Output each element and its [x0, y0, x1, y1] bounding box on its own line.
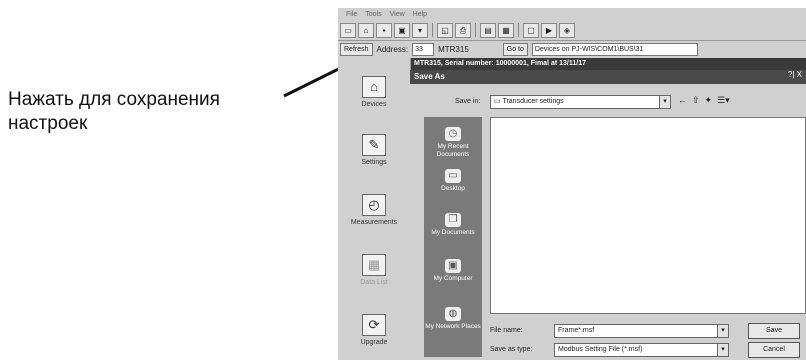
place-label: My Documents	[431, 229, 475, 236]
paste-icon[interactable]: ▦	[498, 22, 514, 38]
menu-file[interactable]: File	[346, 11, 357, 18]
device-header: MTR315, Serial number: 10000001, Fimal a…	[410, 58, 806, 70]
datalist-icon: ▦	[362, 254, 386, 276]
print-icon[interactable]: ⎙	[455, 22, 471, 38]
window-icon[interactable]: ▢	[523, 22, 539, 38]
view-menu-icon[interactable]: ☰▾	[717, 95, 730, 106]
menu-help[interactable]: Help	[413, 11, 427, 18]
save-in-select[interactable]: ▭ Transducer settings ▾	[490, 95, 671, 109]
place-label: My Recent Documents	[436, 143, 470, 158]
print-preview-icon[interactable]: ◱	[437, 22, 453, 38]
address-label: Address:	[376, 44, 409, 54]
sidebar-item-label: Data List	[360, 279, 388, 286]
settings-icon[interactable]: ▶	[541, 22, 557, 38]
sidebar-item-label: Measurements	[350, 219, 398, 226]
dialog-nav-buttons: ← ⇧ ✦ ☰▾	[678, 95, 730, 106]
file-list[interactable]	[490, 117, 806, 314]
save-as-icon[interactable]: ▣	[394, 22, 410, 38]
menu-tools[interactable]: Tools	[365, 11, 381, 18]
place-my-documents[interactable]: ❐ My Documents	[424, 213, 482, 237]
sidebar-item-label: Upgrade	[360, 339, 388, 346]
annotation-line-1: Нажать для сохранения	[8, 89, 220, 110]
new-folder-icon[interactable]: ✦	[705, 95, 713, 106]
open-icon[interactable]: ⌂	[358, 22, 374, 38]
save-as-dropdown-icon[interactable]: ▾	[412, 22, 428, 38]
place-network[interactable]: ◍ My Network Places	[424, 307, 482, 331]
sidebar: ⌂ Devices ✎ Settings ◴ Measurements ▦ Da…	[338, 58, 411, 360]
measurements-icon: ◴	[362, 194, 386, 216]
sidebar-item-label: Devices	[361, 101, 387, 108]
application-window: File Tools View Help ▭ ⌂ ▪ ▣ ▾ ◱ ⎙ ▤ ▦ ▢…	[338, 8, 806, 360]
file-name-value: Frame*.msf	[558, 327, 595, 334]
toolbar: ▭ ⌂ ▪ ▣ ▾ ◱ ⎙ ▤ ▦ ▢ ▶ ◈	[338, 20, 806, 41]
place-desktop[interactable]: ▭ Desktop	[424, 169, 482, 193]
devices-icon: ⌂	[362, 76, 386, 98]
annotation-line-2: настроек	[8, 113, 88, 134]
computer-icon: ▣	[445, 259, 461, 273]
new-icon[interactable]: ▭	[340, 22, 356, 38]
upgrade-icon: ⟳	[362, 314, 386, 336]
place-label: My Computer	[433, 275, 473, 282]
dialog-help-close[interactable]: ?| X	[788, 70, 802, 79]
save-type-value: Modbus Setting File (*.msf)	[558, 346, 643, 353]
chevron-down-icon[interactable]: ▾	[659, 96, 670, 108]
save-type-label: Save as type:	[490, 346, 533, 353]
address-bar: Refresh Address: 33 MTR315 Go to Devices…	[338, 41, 806, 57]
toolbar-separator	[432, 23, 433, 37]
back-icon[interactable]: ←	[678, 95, 687, 106]
toolbar-separator	[518, 23, 519, 37]
save-as-dialog: Save As ?| X Save in: ▭ Transducer setti…	[410, 70, 806, 360]
dialog-title: Save As	[410, 70, 806, 84]
toolbar-separator	[475, 23, 476, 37]
chevron-down-icon[interactable]: ▾	[717, 325, 728, 337]
recent-icon: ◷	[445, 127, 461, 141]
desktop-icon: ▭	[445, 169, 461, 183]
address-input[interactable]: 33	[412, 42, 435, 56]
cancel-button[interactable]: Cancel	[748, 342, 800, 358]
goto-button[interactable]: Go to	[502, 42, 528, 56]
place-recent-documents[interactable]: ◷ My Recent Documents	[424, 127, 482, 159]
place-label: My Network Places	[425, 323, 481, 330]
documents-icon: ❐	[445, 213, 461, 227]
sidebar-item-settings[interactable]: ✎ Settings	[338, 134, 410, 166]
sidebar-item-label: Settings	[361, 159, 387, 166]
sidebar-item-datalist[interactable]: ▦ Data List	[338, 254, 410, 286]
save-button[interactable]: Save	[748, 323, 800, 339]
place-my-computer[interactable]: ▣ My Computer	[424, 259, 482, 283]
help-icon[interactable]: ◈	[559, 22, 575, 38]
place-label: Desktop	[441, 185, 465, 192]
copy-icon[interactable]: ▤	[480, 22, 496, 38]
menu-bar: File Tools View Help	[338, 8, 806, 20]
refresh-button[interactable]: Refresh	[340, 42, 373, 56]
annotation: Нажать для сохранения настроек	[8, 88, 308, 136]
up-folder-icon[interactable]: ⇧	[692, 95, 700, 106]
save-icon[interactable]: ▪	[376, 22, 392, 38]
save-in-label: Save in:	[455, 98, 481, 105]
goto-input[interactable]: Devices on PJ-WIS\COM1\BUS\31	[531, 42, 698, 56]
menu-view[interactable]: View	[390, 11, 405, 18]
file-name-input[interactable]: Frame*.msf ▾	[554, 324, 729, 338]
sidebar-item-upgrade[interactable]: ⟳ Upgrade	[338, 314, 410, 346]
save-in-value: Transducer settings	[502, 98, 564, 105]
file-name-label: File name:	[490, 327, 523, 334]
network-icon: ◍	[445, 307, 461, 321]
device-label: MTR315	[438, 44, 469, 54]
chevron-down-icon[interactable]: ▾	[717, 344, 728, 356]
sidebar-item-measurements[interactable]: ◴ Measurements	[338, 194, 410, 226]
settings-icon: ✎	[362, 134, 386, 156]
places-bar: ◷ My Recent Documents ▭ Desktop ❐ My Doc…	[424, 117, 482, 357]
sidebar-item-devices[interactable]: ⌂ Devices	[338, 76, 410, 108]
save-type-select[interactable]: Modbus Setting File (*.msf) ▾	[554, 343, 729, 357]
